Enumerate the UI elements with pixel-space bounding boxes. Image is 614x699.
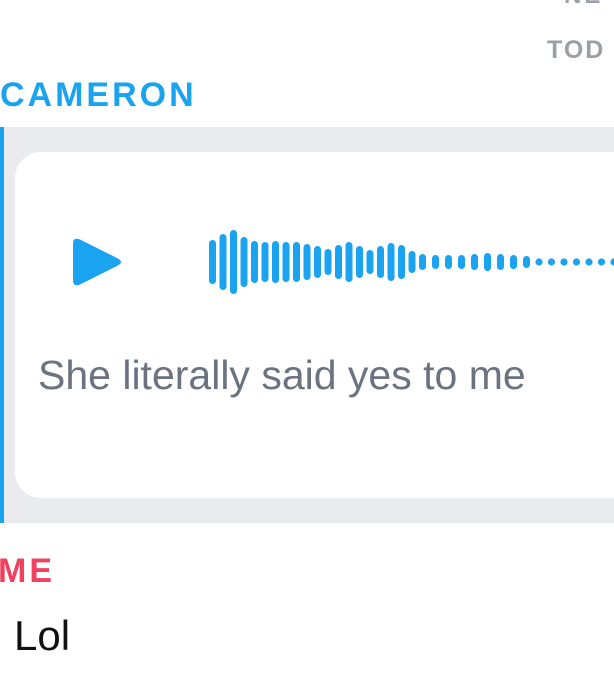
play-icon-shape bbox=[73, 238, 121, 286]
waveform-dot bbox=[610, 258, 614, 266]
voice-transcript: She literally said yes to me bbox=[38, 352, 526, 398]
waveform-bar bbox=[272, 241, 279, 283]
waveform-bar bbox=[510, 255, 517, 269]
waveform-bar bbox=[230, 230, 237, 294]
message-accent-bar bbox=[0, 127, 4, 523]
waveform-bar bbox=[293, 242, 300, 282]
new-messages-label: NE bbox=[564, 0, 603, 10]
voice-message: She literally said yes to me bbox=[0, 127, 614, 523]
waveform-dot bbox=[535, 258, 543, 266]
waveform-bar bbox=[387, 243, 395, 281]
waveform-bar bbox=[251, 241, 258, 283]
waveform-bar bbox=[335, 245, 342, 279]
waveform-bar bbox=[484, 253, 491, 271]
waveform-bar bbox=[419, 254, 426, 270]
play-icon[interactable] bbox=[63, 230, 127, 294]
message-text: Lol bbox=[14, 612, 71, 659]
waveform-bar bbox=[432, 255, 439, 269]
sender-name-me: ME bbox=[0, 552, 55, 590]
waveform-bar bbox=[398, 245, 405, 279]
waveform-bar bbox=[356, 246, 363, 278]
waveform-dot bbox=[585, 258, 593, 266]
waveform-dot bbox=[560, 258, 568, 266]
waveform-bar bbox=[209, 240, 216, 284]
date-divider: TOD bbox=[547, 36, 606, 64]
waveform-bar bbox=[314, 246, 321, 278]
waveform-bar bbox=[345, 242, 353, 282]
waveform-bar bbox=[240, 237, 248, 287]
waveform-bar bbox=[377, 246, 384, 278]
waveform-bar bbox=[219, 234, 227, 290]
waveform-dot bbox=[547, 258, 556, 266]
waveform-dot bbox=[597, 258, 606, 266]
waveform-bar bbox=[497, 254, 504, 270]
sender-name-cameron: CAMERON bbox=[0, 76, 197, 114]
waveform-bar bbox=[324, 249, 332, 275]
chat-screen: NE TOD CAMERON She literally said yes to… bbox=[0, 0, 614, 699]
waveform-bar bbox=[303, 244, 311, 280]
waveform-bar bbox=[261, 242, 269, 282]
audio-waveform-icon[interactable] bbox=[189, 222, 614, 302]
waveform-bar bbox=[366, 250, 374, 274]
waveform-bar bbox=[445, 255, 452, 269]
waveform-bar bbox=[458, 255, 465, 269]
waveform-bar bbox=[282, 242, 290, 282]
voice-note-card[interactable]: She literally said yes to me bbox=[15, 152, 614, 498]
waveform-bar bbox=[408, 251, 416, 273]
waveform-bar bbox=[523, 256, 530, 268]
waveform-bar bbox=[471, 254, 478, 270]
waveform-dot bbox=[572, 258, 581, 266]
